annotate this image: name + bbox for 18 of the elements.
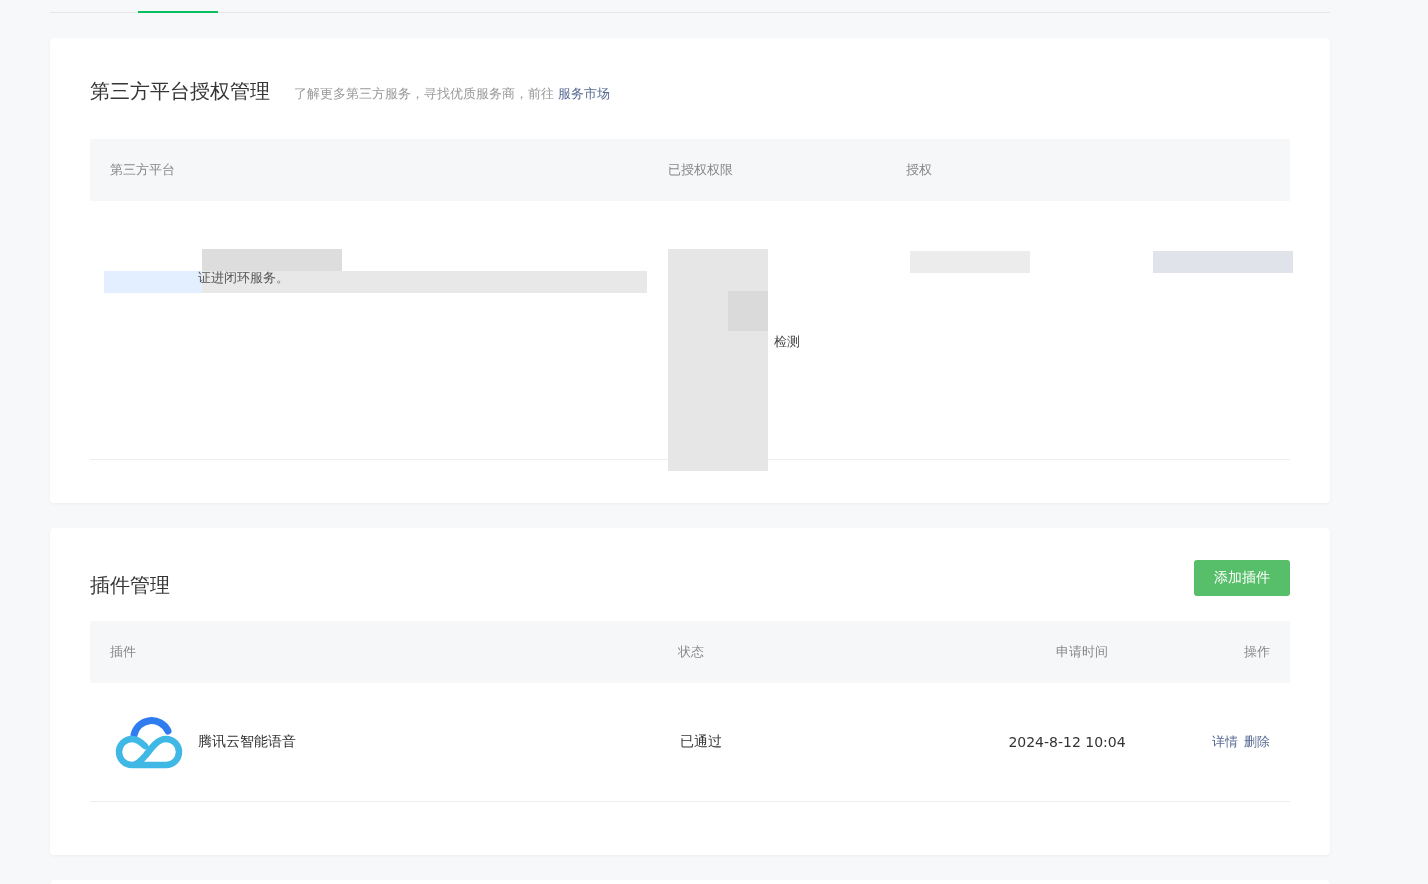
action-link[interactable]: 详情 bbox=[1212, 733, 1238, 751]
permission-item: 检测 bbox=[774, 333, 800, 351]
column-header: 第三方平台 bbox=[110, 161, 176, 179]
column-header: 授权 bbox=[906, 161, 933, 179]
service-market-link[interactable]: 服务市场 bbox=[558, 86, 611, 101]
section-title: 插件管理 bbox=[90, 572, 170, 599]
section-title: 第三方平台授权管理 bbox=[90, 78, 270, 105]
column-header: 已授权权限 bbox=[668, 161, 734, 179]
action-link[interactable]: 删除 bbox=[1244, 733, 1270, 751]
column-header: 操作 bbox=[1244, 643, 1270, 661]
column-header: 申请时间 bbox=[1055, 643, 1109, 661]
column-header: 状态 bbox=[678, 643, 705, 661]
column-header: 插件 bbox=[110, 643, 137, 661]
platform-description: 证进闭环服务。 bbox=[198, 269, 289, 287]
status-text: 已通过 bbox=[680, 733, 723, 751]
section-hint: 了解更多第三方服务，寻找优质服务商，前往 服务市场 bbox=[294, 85, 611, 103]
apply-time: 2024-8-12 10:04 bbox=[1007, 734, 1127, 750]
plugin-name: 腾讯云智能语音 bbox=[198, 733, 296, 751]
